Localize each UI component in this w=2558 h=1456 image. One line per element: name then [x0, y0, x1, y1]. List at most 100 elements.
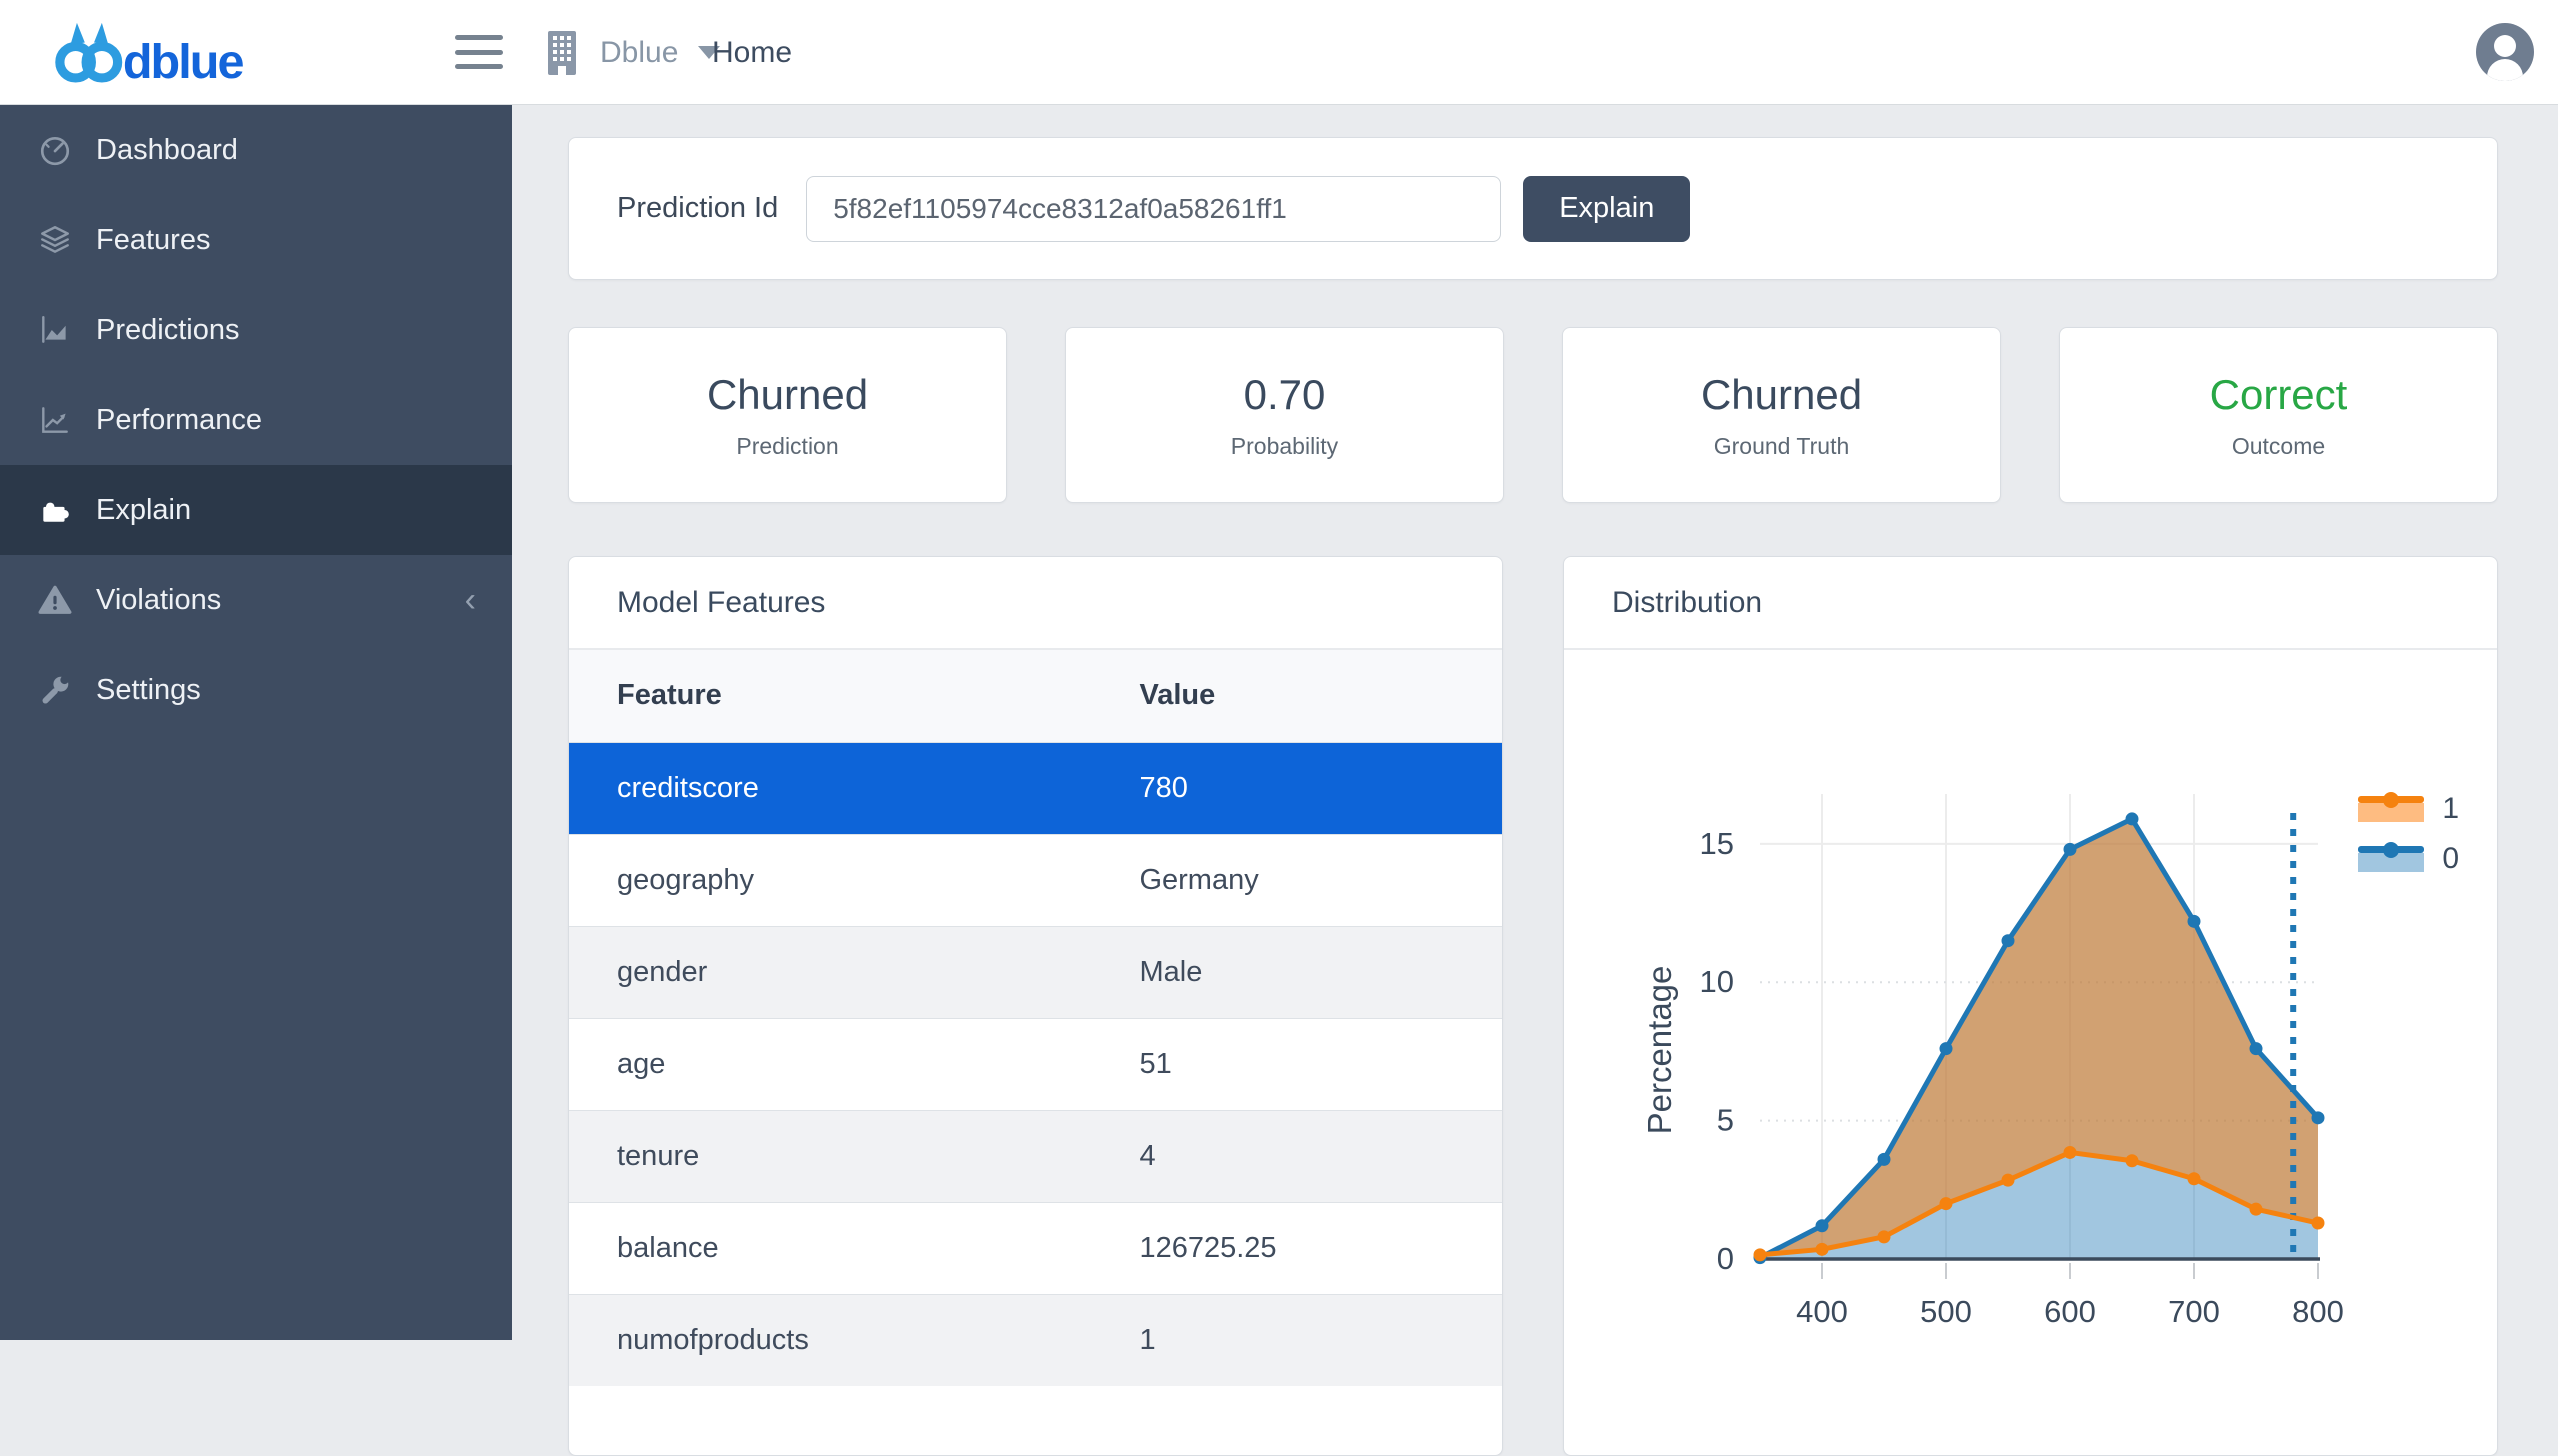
workspace-name: Dblue [600, 36, 678, 70]
column-header-feature: Feature [569, 650, 1091, 742]
distribution-chart-svg: 051015400500600700800Percentage [1564, 650, 2497, 1455]
feature-cell: geography [569, 834, 1091, 926]
legend-item-1[interactable]: 1 [2358, 792, 2459, 826]
sidebar-item-features[interactable]: Features [0, 195, 512, 285]
sidebar-label: Violations [96, 584, 221, 617]
legend-label: 0 [2442, 842, 2459, 876]
value-cell: Germany [1091, 834, 1502, 926]
feature-cell: gender [569, 926, 1091, 1018]
sidebar-item-performance[interactable]: Performance [0, 375, 512, 465]
value-cell: Male [1091, 926, 1502, 1018]
logo-wordmark: dblue [123, 35, 244, 86]
line-chart-icon [38, 403, 72, 437]
chart-legend: 1 0 [2358, 792, 2459, 876]
top-navbar: dblue Dblue Home [0, 0, 2558, 105]
svg-text:0: 0 [1717, 1241, 1734, 1276]
svg-text:400: 400 [1796, 1294, 1848, 1329]
svg-text:500: 500 [1920, 1294, 1972, 1329]
nav-home-link[interactable]: Home [712, 0, 792, 105]
panels-row: Model Features Feature Value creditscore… [568, 556, 2498, 1456]
table-row[interactable]: genderMale [569, 926, 1502, 1018]
feature-cell: tenure [569, 1110, 1091, 1202]
stat-card-outcome: Correct Outcome [2059, 327, 2498, 503]
dblue-logo[interactable]: dblue [52, 20, 262, 86]
sidebar-item-settings[interactable]: Settings [0, 645, 512, 735]
distribution-chart: 051015400500600700800Percentage 1 0 [1564, 650, 2497, 1455]
legend-swatch-orange [2358, 796, 2424, 822]
sidebar-item-violations[interactable]: Violations ‹ [0, 555, 512, 645]
sidebar-label: Performance [96, 404, 262, 437]
feature-cell: creditscore [569, 742, 1091, 834]
puzzle-icon [38, 493, 72, 527]
stat-card-prediction: Churned Prediction [568, 327, 1007, 503]
wrench-icon [38, 673, 72, 707]
prediction-id-input[interactable] [806, 176, 1501, 242]
feature-cell: numofproducts [569, 1294, 1091, 1386]
chevron-left-icon[interactable]: ‹ [465, 583, 476, 617]
svg-text:600: 600 [2044, 1294, 2096, 1329]
stat-card-probability: 0.70 Probability [1065, 327, 1504, 503]
legend-item-0[interactable]: 0 [2358, 842, 2459, 876]
svg-text:15: 15 [1700, 826, 1734, 861]
legend-label: 1 [2442, 792, 2459, 826]
distribution-title: Distribution [1564, 557, 2497, 650]
legend-swatch-blue [2358, 846, 2424, 872]
hamburger-menu-icon[interactable] [455, 32, 503, 72]
stat-label: Ground Truth [1714, 433, 1850, 460]
dblue-logo-icon: dblue [52, 20, 262, 86]
warning-triangle-icon [38, 583, 72, 617]
features-table: Feature Value creditscore780geographyGer… [569, 650, 1502, 1386]
distribution-panel: Distribution 051015400500600700800Percen… [1563, 556, 2498, 1456]
table-row[interactable]: balance126725.25 [569, 1202, 1502, 1294]
prediction-id-label: Prediction Id [617, 192, 778, 225]
feature-cell: balance [569, 1202, 1091, 1294]
table-row[interactable]: numofproducts1 [569, 1294, 1502, 1386]
stats-row: Churned Prediction 0.70 Probability Chur… [568, 327, 2498, 503]
sidebar-item-explain[interactable]: Explain [0, 465, 512, 555]
features-table-body: creditscore780geographyGermanygenderMale… [569, 742, 1502, 1386]
explain-button[interactable]: Explain [1523, 176, 1690, 242]
stat-label: Probability [1231, 433, 1338, 460]
svg-text:800: 800 [2292, 1294, 2344, 1329]
column-header-value: Value [1091, 650, 1502, 742]
sidebar-item-dashboard[interactable]: Dashboard [0, 105, 512, 195]
table-row[interactable]: creditscore780 [569, 742, 1502, 834]
sidebar-label: Features [96, 224, 210, 257]
svg-text:700: 700 [2168, 1294, 2220, 1329]
table-row[interactable]: geographyGermany [569, 834, 1502, 926]
sidebar-label: Explain [96, 494, 191, 527]
prediction-form-card: Prediction Id Explain [568, 137, 2498, 280]
stat-label: Prediction [736, 433, 838, 460]
sidebar-item-predictions[interactable]: Predictions [0, 285, 512, 375]
user-avatar[interactable] [2475, 22, 2535, 82]
home-label: Home [712, 36, 792, 70]
layers-icon [38, 223, 72, 257]
model-features-panel: Model Features Feature Value creditscore… [568, 556, 1503, 1456]
model-features-title: Model Features [569, 557, 1502, 650]
svg-text:5: 5 [1717, 1103, 1734, 1138]
table-row[interactable]: tenure4 [569, 1110, 1502, 1202]
stat-label: Outcome [2232, 433, 2325, 460]
stat-value: 0.70 [1244, 371, 1326, 419]
building-icon [540, 25, 584, 81]
workspace-dropdown[interactable]: Dblue [540, 0, 720, 105]
main-content: Prediction Id Explain Churned Prediction… [512, 105, 2558, 1456]
value-cell: 126725.25 [1091, 1202, 1502, 1294]
sidebar-label: Predictions [96, 314, 239, 347]
svg-text:Percentage: Percentage [1641, 966, 1678, 1135]
gauge-icon [38, 133, 72, 167]
area-chart-icon [38, 313, 72, 347]
stat-value: Correct [2210, 371, 2348, 419]
stat-value: Churned [707, 371, 868, 419]
table-header-row: Feature Value [569, 650, 1502, 742]
svg-text:10: 10 [1700, 964, 1734, 999]
sidebar-label: Dashboard [96, 134, 238, 167]
sidebar-label: Settings [96, 674, 201, 707]
stat-value: Churned [1701, 371, 1862, 419]
value-cell: 1 [1091, 1294, 1502, 1386]
value-cell: 4 [1091, 1110, 1502, 1202]
value-cell: 51 [1091, 1018, 1502, 1110]
table-row[interactable]: age51 [569, 1018, 1502, 1110]
sidebar: Dashboard Features Predictions Performan… [0, 105, 512, 1340]
value-cell: 780 [1091, 742, 1502, 834]
